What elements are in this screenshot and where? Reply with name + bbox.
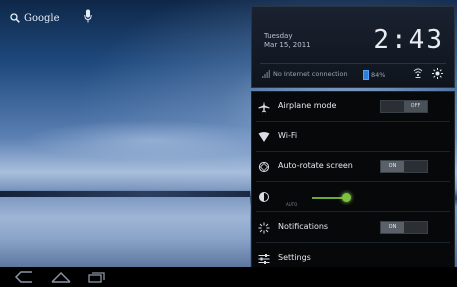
airplane-mode-state: OFF bbox=[404, 101, 427, 112]
search-label: Google bbox=[24, 12, 60, 24]
divider bbox=[256, 242, 450, 243]
divider bbox=[256, 211, 450, 212]
date-full: Mar 15, 2011 bbox=[264, 41, 311, 49]
brightness-icon[interactable] bbox=[432, 68, 443, 79]
notifications-state: ON bbox=[381, 222, 404, 233]
wifi-icon[interactable] bbox=[412, 67, 424, 79]
auto-rotate-row[interactable]: Auto-rotate screen ON bbox=[252, 152, 454, 182]
google-search-button[interactable]: Google bbox=[10, 10, 60, 26]
wifi-label: Wi-Fi bbox=[278, 131, 298, 140]
notifications-icon bbox=[258, 222, 270, 234]
quick-settings-panel: Airplane mode OFF Wi-Fi Auto-rotate scre… bbox=[251, 91, 455, 270]
connection-text: No Internet connection bbox=[273, 70, 348, 78]
battery-level: 84% bbox=[371, 71, 386, 79]
clock: 2:43 bbox=[373, 25, 444, 55]
auto-rotate-state: ON bbox=[381, 161, 404, 172]
wifi-icon bbox=[258, 132, 270, 142]
brightness-row[interactable]: AUTO bbox=[252, 182, 454, 212]
airplane-icon bbox=[258, 101, 270, 113]
airplane-mode-row[interactable]: Airplane mode OFF bbox=[252, 92, 454, 122]
status-divider bbox=[260, 63, 446, 64]
mic-icon[interactable] bbox=[84, 9, 92, 23]
status-panel: Tuesday Mar 15, 2011 2:43 No Internet co… bbox=[251, 6, 455, 88]
notifications-row[interactable]: Notifications ON bbox=[252, 213, 454, 243]
auto-rotate-toggle[interactable]: ON bbox=[380, 160, 428, 173]
search-icon bbox=[10, 13, 20, 23]
airplane-mode-toggle[interactable]: OFF bbox=[380, 100, 428, 113]
connection-status: No Internet connection bbox=[262, 70, 348, 78]
settings-label: Settings bbox=[278, 253, 311, 262]
home-icon[interactable] bbox=[50, 271, 72, 283]
settings-icon bbox=[258, 254, 270, 264]
notifications-label: Notifications bbox=[278, 222, 329, 231]
airplane-mode-label: Airplane mode bbox=[278, 101, 337, 110]
wallpaper-water bbox=[0, 197, 250, 267]
brightness-slider-thumb[interactable] bbox=[342, 193, 351, 202]
battery-icon bbox=[363, 70, 369, 80]
navigation-bar bbox=[0, 267, 457, 287]
wallpaper-cloud bbox=[20, 120, 280, 160]
back-icon[interactable] bbox=[14, 271, 34, 283]
date-day: Tuesday bbox=[264, 32, 293, 40]
wifi-row[interactable]: Wi-Fi bbox=[252, 122, 454, 152]
signal-icon bbox=[262, 70, 270, 78]
brightness-slider-track[interactable] bbox=[312, 197, 346, 199]
recent-apps-icon[interactable] bbox=[88, 271, 106, 283]
rotate-icon bbox=[258, 161, 270, 173]
auto-rotate-label: Auto-rotate screen bbox=[278, 161, 353, 170]
notifications-toggle[interactable]: ON bbox=[380, 221, 428, 234]
brightness-icon bbox=[259, 192, 269, 202]
brightness-auto-label[interactable]: AUTO bbox=[286, 202, 297, 207]
